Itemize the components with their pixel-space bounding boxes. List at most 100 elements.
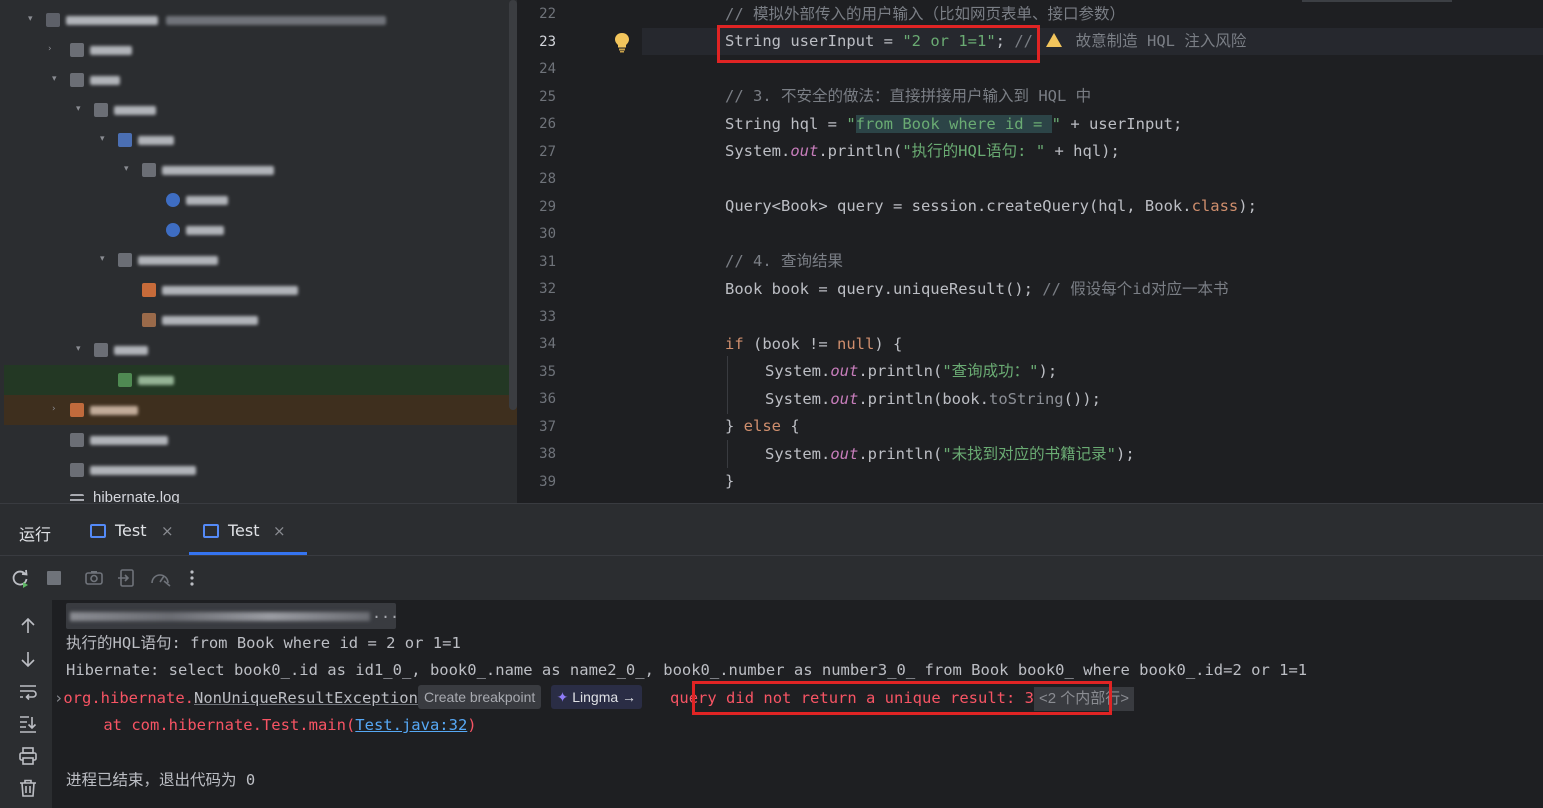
code-line-39[interactable]: } (725, 468, 734, 495)
line-number[interactable]: 35 (517, 364, 556, 380)
tree-item-test-java[interactable] (4, 365, 517, 395)
stop-icon[interactable] (44, 568, 64, 588)
code-line-27[interactable]: System.out.println("执行的HQL语句: " + hql); (725, 138, 1120, 165)
lingma-button[interactable]: ✦ Lingma → (550, 685, 643, 709)
trash-icon[interactable] (18, 778, 38, 798)
tree-item-hibernate-log[interactable]: hibernate.log (4, 484, 517, 503)
arrow-down-icon[interactable] (18, 649, 38, 669)
console-line-sql: Hibernate: select book0_.id as id1_0_, b… (66, 661, 1308, 679)
line-number[interactable]: 31 (517, 254, 556, 270)
code-line-37[interactable]: } else { (725, 413, 800, 440)
create-breakpoint-button[interactable]: Create breakpoint (417, 685, 542, 709)
line-number[interactable]: 37 (517, 419, 556, 435)
tree-item-config-xml[interactable] (4, 275, 517, 305)
line-number[interactable]: 34 (517, 336, 556, 352)
excluded-folder-icon (70, 403, 84, 417)
line-number[interactable]: 30 (517, 226, 556, 242)
chevron-right-icon[interactable]: › (48, 44, 56, 54)
blurred-label (90, 436, 168, 445)
editor-tab-strip (1302, 0, 1452, 2)
code-line-36[interactable]: System.out.println(book.toString()); (765, 386, 1101, 413)
file-icon (70, 433, 84, 447)
tree-item-idea[interactable]: › (4, 35, 517, 65)
blurred-java-command[interactable]: ... (66, 603, 400, 629)
profiler-icon[interactable] (149, 568, 171, 588)
more-options-icon[interactable] (184, 568, 204, 588)
tree-scrollbar[interactable] (509, 0, 517, 410)
arrow-up-icon[interactable] (18, 616, 38, 636)
code-line-38[interactable]: System.out.println("未找到对应的书籍记录"); (765, 441, 1135, 468)
chevron-down-icon[interactable]: ▾ (100, 254, 108, 264)
scroll-to-end-icon[interactable] (18, 714, 38, 734)
code-line-32[interactable]: Book book = query.uniqueResult(); // 假设每… (725, 276, 1228, 303)
console-output[interactable]: ... 执行的HQL语句: from Book where id = 2 or … (52, 600, 1543, 808)
chevron-down-icon[interactable]: ▾ (124, 164, 132, 174)
chevron-down-icon[interactable]: ▾ (28, 14, 36, 24)
code-field: out (830, 445, 859, 463)
print-icon[interactable] (18, 746, 38, 766)
line-number[interactable]: 29 (517, 199, 556, 215)
line-number[interactable]: 38 (517, 446, 556, 462)
rerun-icon[interactable] (10, 568, 30, 588)
line-number[interactable]: 22 (517, 6, 556, 22)
chevron-down-icon[interactable]: ▾ (100, 134, 108, 144)
line-number[interactable]: 33 (517, 309, 556, 325)
tree-item-src[interactable]: ▾ (4, 65, 517, 95)
exit-icon[interactable] (117, 568, 137, 588)
code-line-23[interactable]: String userInput = "2 or 1=1"; // 故意制造 H… (725, 28, 1246, 55)
tab-test-1[interactable]: Test × (90, 513, 180, 555)
code-line-34[interactable]: if (book != null) { (725, 331, 902, 358)
line-number[interactable]: 25 (517, 89, 556, 105)
line-number[interactable]: 23 (517, 34, 556, 50)
chevron-down-icon[interactable]: ▾ (76, 344, 84, 354)
folder-icon (70, 43, 84, 57)
tree-item-resources[interactable]: ▾ (4, 245, 517, 275)
ellipsis: ... (372, 604, 400, 622)
line-number[interactable]: 36 (517, 391, 556, 407)
tree-item-target[interactable]: › (4, 395, 517, 425)
soft-wrap-icon[interactable] (18, 682, 38, 702)
tree-item-test[interactable]: ▾ (4, 335, 517, 365)
code-object: System. (765, 445, 831, 463)
camera-icon[interactable] (84, 568, 104, 588)
tree-item-class-2[interactable] (4, 215, 517, 245)
internal-frames-fold[interactable]: <2 个内部行> (1034, 687, 1135, 711)
blurred-label (186, 196, 228, 205)
line-number[interactable]: 24 (517, 61, 556, 77)
line-number[interactable]: 39 (517, 474, 556, 490)
exception-class-link[interactable]: NonUniqueResultException (194, 689, 418, 707)
chevron-down-icon[interactable]: ▾ (76, 104, 84, 114)
code-editor[interactable]: 22 23 24 25 26 27 28 29 30 31 32 33 34 35 36 37 38 39 // … (517, 0, 1543, 503)
tree-item-file-2[interactable] (4, 455, 517, 485)
line-number[interactable]: 27 (517, 144, 556, 160)
tree-item-package[interactable]: ▾ (4, 155, 517, 185)
tree-item-log-config[interactable] (4, 305, 517, 335)
chevron-right-icon[interactable]: › (54, 689, 63, 707)
code-line-26[interactable]: String hql = "from Book where id = " + u… (725, 111, 1182, 138)
close-icon[interactable]: × (161, 522, 174, 540)
indent-guide (727, 356, 728, 414)
tab-test-2[interactable]: Test × (189, 513, 307, 555)
tree-item-main[interactable]: ▾ (4, 95, 517, 125)
class-icon (166, 223, 180, 237)
code-line-35[interactable]: System.out.println("查询成功："); (765, 358, 1057, 385)
tree-item-file-1[interactable] (4, 425, 517, 455)
line-number[interactable]: 26 (517, 116, 556, 132)
tree-item-project-root[interactable]: ▾ (4, 5, 517, 35)
chevron-right-icon[interactable]: › (52, 404, 60, 414)
package-icon (142, 163, 156, 177)
tree-item-java[interactable]: ▾ (4, 125, 517, 155)
code-line-25[interactable]: // 3. 不安全的做法：直接拼接用户输入到 HQL 中 (725, 83, 1091, 110)
line-number[interactable]: 32 (517, 281, 556, 297)
lightbulb-icon[interactable] (612, 31, 632, 53)
blurred-label (90, 46, 132, 55)
line-number[interactable]: 28 (517, 171, 556, 187)
stack-frame-link[interactable]: Test.java:32 (355, 716, 467, 734)
code-line-29[interactable]: Query<Book> query = session.createQuery(… (725, 193, 1257, 220)
close-icon[interactable]: × (273, 522, 286, 540)
code-line-31[interactable]: // 4. 查询结果 (725, 248, 843, 275)
code-line-22[interactable]: // 模拟外部传入的用户输入（比如网页表单、接口参数） (725, 1, 1125, 28)
xml-file-icon (142, 283, 156, 297)
chevron-down-icon[interactable]: ▾ (52, 74, 60, 84)
tree-item-class-1[interactable] (4, 185, 517, 215)
